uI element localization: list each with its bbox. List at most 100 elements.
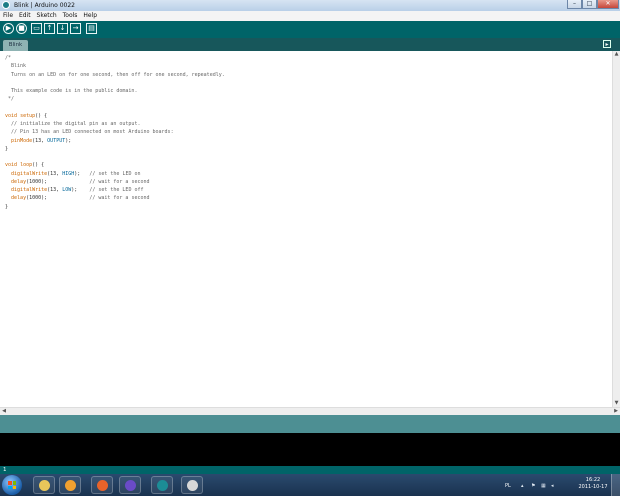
taskbar-media-player[interactable] [59,476,81,494]
code-token: ); [65,137,72,144]
scroll-up-arrow-icon[interactable]: ▲ [613,51,620,58]
code-line[interactable]: } [5,145,225,153]
code-token: void [5,112,18,119]
code-token: (1000); [26,195,90,202]
verify-button[interactable]: ▶ [3,23,14,34]
new-button[interactable]: ▭ [31,23,42,34]
window-controls: – □ ✕ [567,0,619,10]
scroll-right-arrow-icon[interactable]: ▶ [612,408,620,415]
code-token: (1000); [26,178,90,185]
code-line[interactable] [5,153,225,161]
console-output[interactable] [0,433,620,466]
windows-logo-icon [8,481,16,489]
code-token: digitalWrite [11,187,48,193]
taskbar-app-waves[interactable] [119,476,141,494]
code-line[interactable]: // initialize the digital pin as an outp… [5,120,225,128]
code-line[interactable]: // Pin 13 has an LED connected on most A… [5,128,225,136]
tray-expand-icon[interactable]: ▴ [521,483,524,489]
code-token: setup [20,112,36,119]
code-line[interactable]: digitalWrite(13, LOW); // set the LED of… [5,186,225,194]
code-line[interactable]: } [5,203,225,211]
scroll-down-arrow-icon[interactable]: ▼ [613,400,620,407]
volume-icon[interactable]: ◂ [551,483,554,489]
code-editor[interactable]: /* Blink Turns on an LED on for one seco… [0,51,612,407]
menu-tools[interactable]: Tools [63,11,78,21]
taskbar-paint[interactable] [181,476,203,494]
arduino-app-icon [2,1,10,9]
close-button[interactable]: ✕ [597,0,619,9]
menu-sketch[interactable]: Sketch [37,11,57,21]
save-icon: ↓ [59,24,66,32]
serial-monitor-button[interactable]: ▤ [86,23,97,34]
scroll-left-arrow-icon[interactable]: ◀ [0,408,8,415]
code-line[interactable]: /* [5,54,225,62]
paint-icon [187,480,198,491]
code-line[interactable]: void setup() { [5,112,225,120]
code-token: () { [35,112,48,119]
show-desktop-button[interactable] [611,474,620,496]
code-token: // wait for a second [89,195,150,202]
minimize-button[interactable]: – [567,0,582,9]
code-line[interactable]: delay(1000); // wait for a second [5,194,225,202]
waves-icon [125,480,136,491]
upload-button[interactable]: → [70,23,81,34]
code-line[interactable] [5,104,225,112]
code-line[interactable]: void loop() { [5,161,225,169]
tab-menu-button[interactable]: ▸ [603,40,611,48]
code-line[interactable] [5,79,225,87]
code-line[interactable]: */ [5,95,225,103]
status-area [0,415,620,433]
arrow-right-icon: ▸ [605,41,609,48]
code-token: (13, [47,170,63,177]
code-token: () { [32,162,45,169]
code-token: Turns on an LED on for one second, then … [5,71,225,78]
code-line[interactable]: pinMode(13, OUTPUT); [5,137,225,145]
menu-edit[interactable]: Edit [19,11,31,21]
taskbar-firefox[interactable] [91,476,113,494]
code-token: delay [11,195,27,202]
code-token: digitalWrite [11,170,48,177]
stop-button[interactable]: ■ [16,23,27,34]
title-bar: Blink | Arduino 0022 – □ ✕ [0,0,620,11]
tab-bar: Blink ▸ [0,38,620,51]
code-line[interactable]: Turns on an LED on for one second, then … [5,71,225,79]
menu-bar: File Edit Sketch Tools Help [0,11,620,21]
code-line[interactable]: Blink [5,62,225,70]
code-token: } [5,203,9,210]
code-token: // initialize the digital pin as an outp… [5,121,141,127]
code-line[interactable]: This example code is in the public domai… [5,87,225,95]
start-button[interactable] [2,475,22,495]
taskbar-windows-explorer[interactable] [33,476,55,494]
open-button[interactable]: ↑ [44,23,55,34]
vertical-scrollbar[interactable]: ▲ ▼ [612,51,620,407]
language-indicator[interactable]: PL [505,483,511,489]
clock[interactable]: 16:22 2011-10-17 [578,477,608,491]
flag-icon[interactable]: ⚑ [531,483,535,489]
code-token: This example code is in the public domai… [5,88,138,94]
play-icon: ▶ [5,24,12,32]
code-text[interactable]: /* Blink Turns on an LED on for one seco… [5,54,225,211]
maximize-button[interactable]: □ [582,0,597,9]
menu-help[interactable]: Help [83,11,97,21]
horizontal-scrollbar[interactable]: ◀ ▶ [0,407,620,415]
network-icon[interactable]: ▦ [541,483,546,489]
taskbar-arduino[interactable] [151,476,173,494]
code-token: ); [71,187,90,193]
line-number-bar: 1 [0,466,620,474]
code-line[interactable]: delay(1000); // wait for a second [5,178,225,186]
tab-blink[interactable]: Blink [3,40,28,51]
code-token: */ [5,96,15,103]
folder-icon [39,480,50,491]
save-button[interactable]: ↓ [57,23,68,34]
serial-monitor-icon: ▤ [88,24,95,32]
code-token: delay [11,178,27,185]
new-file-icon: ▭ [33,24,40,32]
code-token: Blink [5,63,27,70]
open-icon: ↑ [46,24,53,32]
code-line[interactable]: digitalWrite(13, HIGH); // set the LED o… [5,170,225,178]
menu-file[interactable]: File [3,11,13,21]
upload-icon: → [72,24,79,32]
code-token: // Pin 13 has an LED connected on most A… [5,129,174,136]
code-token: void [5,162,18,169]
window-title: Blink | Arduino 0022 [14,2,75,9]
